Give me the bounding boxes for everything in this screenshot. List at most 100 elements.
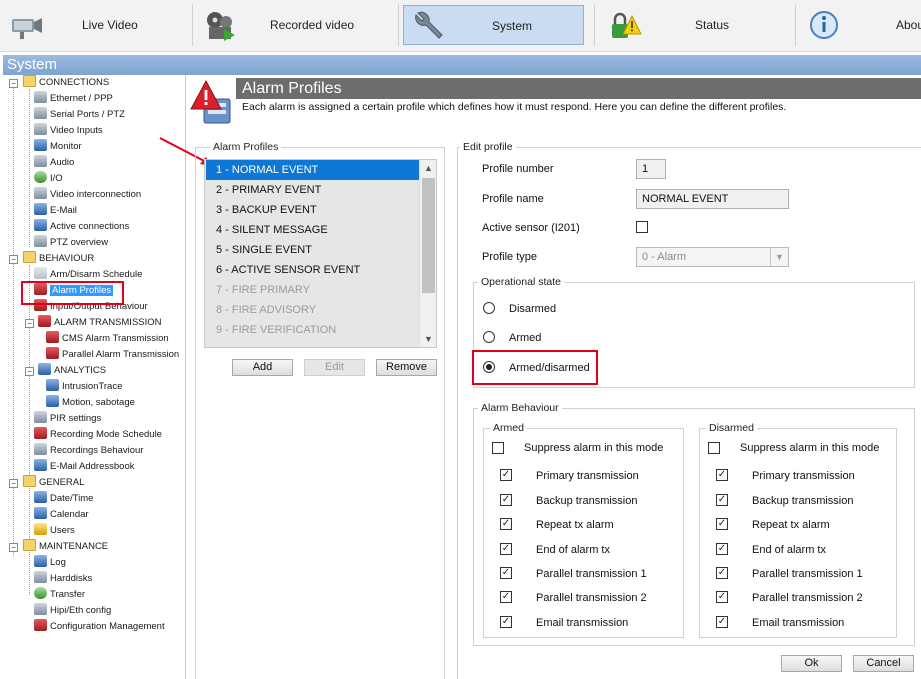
tree-item-io[interactable]: I/O [34, 171, 63, 187]
armed-checkbox[interactable]: ✓ [500, 591, 512, 603]
armed-option-label: Backup transmission [536, 495, 638, 507]
schedule-icon [34, 267, 47, 280]
list-item[interactable]: 4 - SILENT MESSAGE [206, 220, 420, 240]
profile-name-field[interactable]: NORMAL EVENT [636, 189, 789, 209]
edit-button[interactable]: Edit [304, 359, 365, 376]
tree-item-log[interactable]: Log [34, 555, 66, 571]
tree-item-pir-settings[interactable]: PIR settings [34, 411, 101, 427]
annotation-box [21, 281, 124, 305]
disarmed-label: Disarmed [509, 303, 557, 315]
list-item[interactable]: 9 - FIRE VERIFICATION [206, 320, 420, 340]
email-icon [34, 203, 47, 216]
tree-item-active-connections[interactable]: Active connections [34, 219, 129, 235]
tree-item-monitor[interactable]: Monitor [34, 139, 82, 155]
add-button[interactable]: Add [232, 359, 293, 376]
collapse-toggle[interactable]: − [9, 479, 18, 488]
tree-item-cms-alarm-transmission[interactable]: CMS Alarm Transmission [46, 331, 169, 347]
list-item[interactable]: 3 - BACKUP EVENT [206, 200, 420, 220]
disarmed-checkbox[interactable]: ✓ [716, 494, 728, 506]
tree-item-serial-ports[interactable]: Serial Ports / PTZ [34, 107, 125, 123]
list-item[interactable]: 5 - SINGLE EVENT [206, 240, 420, 260]
disarmed-suppress-checkbox[interactable] [708, 442, 720, 454]
armed-checkbox[interactable]: ✓ [500, 469, 512, 481]
disarmed-radio[interactable] [483, 302, 495, 314]
tree-item-transfer[interactable]: Transfer [34, 587, 85, 603]
tree-item-audio[interactable]: Audio [34, 155, 74, 171]
tab-status[interactable]: Status [598, 2, 792, 48]
list-item[interactable]: 1 - NORMAL EVENT [206, 160, 420, 180]
disarmed-checkbox[interactable]: ✓ [716, 543, 728, 555]
tree-item-recording-mode-schedule[interactable]: Recording Mode Schedule [34, 427, 162, 443]
tab-about[interactable]: Abou [800, 2, 921, 48]
armed-checkbox[interactable]: ✓ [500, 518, 512, 530]
collapse-toggle[interactable]: − [25, 319, 34, 328]
disarmed-checkbox[interactable]: ✓ [716, 518, 728, 530]
list-item[interactable]: 2 - PRIMARY EVENT [206, 180, 420, 200]
disarmed-checkbox[interactable]: ✓ [716, 591, 728, 603]
tree-group-analytics[interactable]: ANALYTICS [38, 363, 106, 379]
tree-item-date-time[interactable]: Date/Time [34, 491, 93, 507]
group-legend: Disarmed [706, 422, 757, 434]
tree-item-hipi-eth-config[interactable]: Hipi/Eth config [34, 603, 111, 619]
tree-item-video-inputs[interactable]: Video Inputs [34, 123, 103, 139]
tree-item-recordings-behaviour[interactable]: Recordings Behaviour [34, 443, 143, 459]
padlock-warning-icon [608, 9, 642, 43]
remove-button[interactable]: Remove [376, 359, 437, 376]
disarmed-checkbox[interactable]: ✓ [716, 567, 728, 579]
tab-label: Status [695, 18, 730, 32]
tree-item-motion-sabotage[interactable]: Motion, sabotage [46, 395, 135, 411]
tree-item-ptz-overview[interactable]: PTZ overview [34, 235, 108, 251]
tree-group-general[interactable]: GENERAL [23, 475, 84, 491]
tree-group-behaviour[interactable]: BEHAVIOUR [23, 251, 94, 267]
armed-radio[interactable] [483, 331, 495, 343]
scroll-up-icon[interactable]: ▲ [420, 160, 437, 176]
profile-type-select[interactable]: 0 - Alarm ▼ [636, 247, 789, 267]
transfer-icon [34, 587, 47, 600]
cancel-button[interactable]: Cancel [853, 655, 914, 672]
disarmed-checkbox[interactable]: ✓ [716, 616, 728, 628]
list-scrollbar[interactable]: ▲ ▼ [419, 160, 436, 347]
tree-group-alarm-transmission[interactable]: ALARM TRANSMISSION [38, 315, 162, 331]
tab-live-video[interactable]: Live Video [2, 2, 190, 48]
armed-checkbox[interactable]: ✓ [500, 543, 512, 555]
tab-system[interactable]: System [403, 5, 584, 45]
wrench-icon [412, 8, 446, 42]
profile-list[interactable]: 1 - NORMAL EVENT 2 - PRIMARY EVENT 3 - B… [204, 159, 437, 348]
scroll-thumb[interactable] [422, 178, 435, 293]
folder-icon [23, 475, 36, 488]
ok-button[interactable]: Ok [781, 655, 842, 672]
collapse-toggle[interactable]: − [9, 255, 18, 264]
armed-option-label: Parallel transmission 1 [536, 568, 647, 580]
armed-checkbox[interactable]: ✓ [500, 494, 512, 506]
clock-icon [34, 491, 47, 504]
armed-suppress-checkbox[interactable] [492, 442, 504, 454]
tree-item-harddisks[interactable]: Harddisks [34, 571, 92, 587]
tree-item-users[interactable]: Users [34, 523, 75, 539]
collapse-toggle[interactable]: − [9, 79, 18, 88]
tree-item-parallel-alarm-transmission[interactable]: Parallel Alarm Transmission [46, 347, 179, 363]
armed-checkbox[interactable]: ✓ [500, 567, 512, 579]
scroll-down-icon[interactable]: ▼ [420, 331, 437, 347]
collapse-toggle[interactable]: − [25, 367, 34, 376]
collapse-toggle[interactable]: − [9, 543, 18, 552]
tree-item-intrusiontrace[interactable]: IntrusionTrace [46, 379, 122, 395]
active-sensor-checkbox[interactable] [636, 221, 648, 233]
armed-suppress-label: Suppress alarm in this mode [524, 442, 664, 454]
tree-group-maintenance[interactable]: MAINTENANCE [23, 539, 108, 555]
tab-recorded-video[interactable]: Recorded video [196, 2, 396, 48]
tree-group-connections[interactable]: CONNECTIONS [23, 75, 109, 91]
tree-item-email-addressbook[interactable]: E-Mail Addressbook [34, 459, 134, 475]
tree-item-configuration-management[interactable]: Configuration Management [34, 619, 165, 635]
divider [795, 4, 796, 46]
profile-number-field[interactable]: 1 [636, 159, 666, 179]
list-item[interactable]: 7 - FIRE PRIMARY [206, 280, 420, 300]
tree-item-ethernet[interactable]: Ethernet / PPP [34, 91, 113, 107]
tree-item-email[interactable]: E-Mail [34, 203, 77, 219]
annotation-box [472, 350, 598, 385]
tree-item-calendar[interactable]: Calendar [34, 507, 89, 523]
list-item[interactable]: 6 - ACTIVE SENSOR EVENT [206, 260, 420, 280]
tree-item-video-interconnection[interactable]: Video interconnection [34, 187, 141, 203]
list-item[interactable]: 8 - FIRE ADVISORY [206, 300, 420, 320]
disarmed-checkbox[interactable]: ✓ [716, 469, 728, 481]
armed-checkbox[interactable]: ✓ [500, 616, 512, 628]
